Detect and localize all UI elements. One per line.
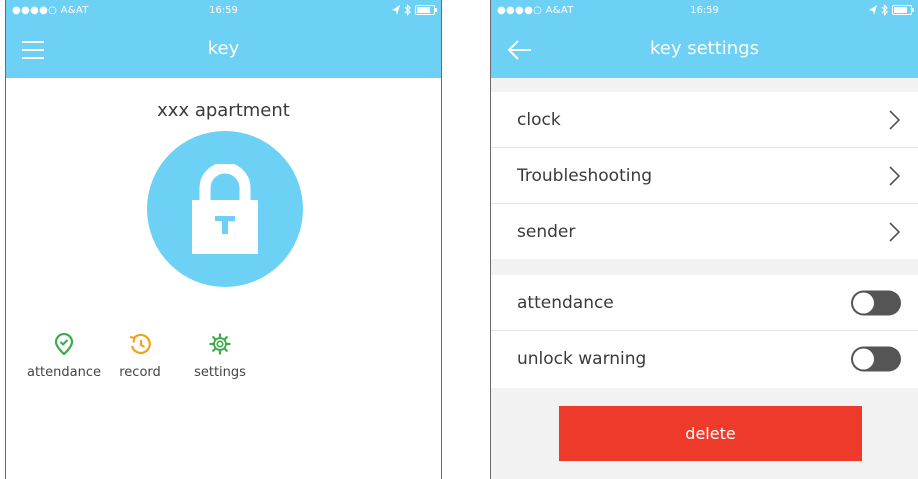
clock-row[interactable]: clock bbox=[491, 92, 918, 148]
settings-nav-group: clock Troubleshooting sender bbox=[491, 92, 918, 259]
apartment-name: xxx apartment bbox=[157, 100, 290, 121]
troubleshooting-row[interactable]: Troubleshooting bbox=[491, 148, 918, 204]
clock-label: clock bbox=[517, 109, 561, 130]
unlock-button[interactable] bbox=[147, 131, 303, 287]
status-icons bbox=[392, 4, 437, 16]
battery-icon bbox=[415, 5, 437, 15]
gear-icon bbox=[209, 333, 231, 355]
bluetooth-icon bbox=[881, 4, 888, 16]
record-label: record bbox=[119, 365, 161, 380]
record-button[interactable]: record bbox=[115, 333, 165, 380]
status-icons bbox=[869, 4, 914, 16]
attendance-toggle[interactable] bbox=[851, 290, 901, 315]
unlock-warning-toggle[interactable] bbox=[851, 346, 901, 372]
delete-button[interactable]: delete bbox=[559, 406, 862, 461]
page-title: key bbox=[207, 38, 240, 59]
settings-toggle-group: attendance unlock warning bbox=[491, 275, 918, 388]
attendance-label: attendance bbox=[517, 292, 614, 313]
sender-label: sender bbox=[517, 222, 576, 242]
attendance-row: attendance bbox=[491, 275, 918, 331]
status-bar: ●●●●○ A&AT 16:59 bbox=[491, 0, 918, 22]
history-clock-icon bbox=[129, 333, 151, 355]
nav-bar: key bbox=[6, 22, 441, 78]
location-arrow-icon bbox=[869, 5, 877, 15]
settings-label: settings bbox=[194, 365, 246, 380]
bluetooth-icon bbox=[404, 4, 411, 16]
padlock-icon bbox=[192, 164, 258, 254]
unlock-warning-label: unlock warning bbox=[517, 349, 647, 369]
status-time: 16:59 bbox=[690, 5, 719, 16]
page-title: key settings bbox=[649, 38, 759, 59]
nav-bar: key settings bbox=[491, 22, 918, 78]
status-time: 16:59 bbox=[209, 5, 238, 16]
location-check-icon bbox=[55, 333, 73, 355]
attendance-label: attendance bbox=[26, 365, 101, 380]
unlock-warning-row: unlock warning bbox=[491, 331, 918, 387]
troubleshooting-label: Troubleshooting bbox=[517, 165, 653, 186]
settings-button[interactable]: settings bbox=[188, 333, 252, 380]
battery-icon bbox=[892, 5, 914, 15]
chevron-right-icon bbox=[889, 222, 900, 242]
attendance-button[interactable]: attendance bbox=[24, 333, 104, 380]
chevron-right-icon bbox=[889, 165, 900, 186]
key-settings-screen: ●●●●○ A&AT 16:59 key settings clock Trou… bbox=[490, 0, 918, 479]
chevron-right-icon bbox=[889, 109, 900, 130]
status-bar: ●●●●○ A&AT 16:59 bbox=[6, 0, 441, 22]
sender-row[interactable]: sender bbox=[491, 204, 918, 260]
key-screen: ●●●●○ A&AT 16:59 key xxx apartment atten… bbox=[5, 0, 442, 479]
location-arrow-icon bbox=[392, 5, 400, 15]
